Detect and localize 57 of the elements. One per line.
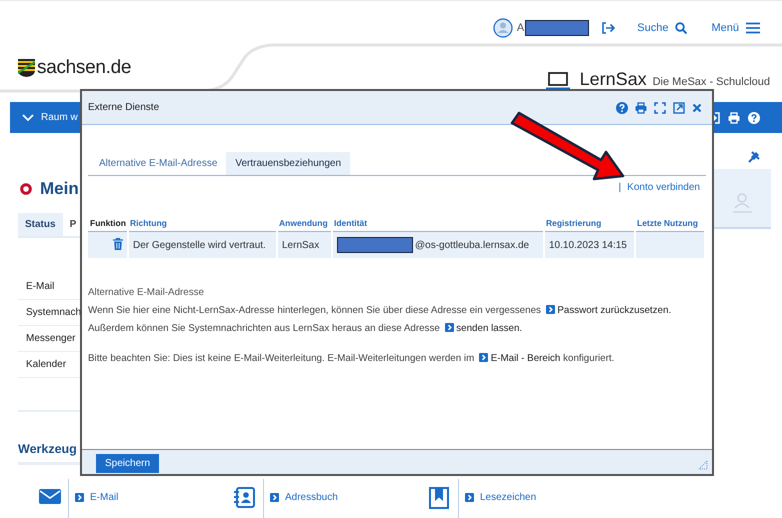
- info-text: Bitte beachten Sie: Dies ist keine E-Mail-Weiterleitung. E-Mail-Weiterleitungen werden im E-Mail - Bereich konfiguriert.: [88, 352, 616, 366]
- person-icon: [731, 192, 753, 214]
- chevron-icon: [478, 353, 488, 362]
- chevron-icon: [75, 492, 84, 502]
- trash-icon[interactable]: [113, 238, 123, 250]
- redaction-bar: [525, 20, 590, 36]
- print-icon[interactable]: [728, 112, 740, 124]
- table-cell: Der Gegenstelle wird vertraut.: [128, 232, 277, 260]
- close-icon[interactable]: [692, 102, 702, 112]
- tab[interactable]: Status: [18, 213, 63, 236]
- table-cell: LernSax: [277, 232, 332, 260]
- bookmark-icon[interactable]: [429, 487, 451, 509]
- info-text: Außerdem können Sie Systemnachrichten aus LernSax heraus an diese Adresse senden lassen.: [88, 322, 524, 336]
- pin-icon[interactable]: [748, 151, 760, 163]
- table-cell: @os-gottleuba.lernsax.de: [415, 240, 530, 250]
- help-link[interactable]: senden lassen.: [442, 323, 522, 334]
- coat-of-arms-icon: [18, 59, 35, 77]
- search-button[interactable]: Suche: [637, 22, 688, 34]
- tab[interactable]: Vertrauensbeziehungen: [226, 152, 350, 175]
- print-icon[interactable]: [635, 102, 647, 114]
- room-button[interactable]: Raum w: [22, 112, 78, 123]
- tab[interactable]: P: [62, 213, 84, 236]
- site-logo[interactable]: sachsen.de: [18, 57, 132, 79]
- save-button[interactable]: Speichern: [96, 454, 160, 472]
- separator: |: [618, 182, 622, 193]
- help-link[interactable]: E-Mail - Bereich: [476, 353, 560, 364]
- table-cell: 10.10.2023 14:15: [544, 232, 635, 260]
- tab[interactable]: Alternative E-Mail-Adresse: [90, 152, 226, 175]
- lernsax-logo[interactable]: LernSax Die MeSax - Schulcloud: [546, 68, 770, 90]
- menu-icon: [746, 22, 760, 34]
- tool-link[interactable]: Lesezeichen: [480, 492, 536, 502]
- fullscreen-icon[interactable]: [654, 102, 666, 114]
- user-name: A: [516, 22, 524, 34]
- tool-link[interactable]: E-Mail: [90, 492, 118, 502]
- tool-link[interactable]: Adressbuch: [285, 492, 338, 502]
- help-link[interactable]: Passwort zurückzusetzen.: [544, 305, 672, 316]
- chevron-icon: [444, 323, 454, 332]
- help-icon[interactable]: [616, 102, 628, 114]
- external-window-icon[interactable]: [673, 102, 685, 114]
- chevron-down-icon: [22, 114, 34, 122]
- laptop-icon: [546, 72, 570, 90]
- page-title: Mein: [40, 179, 79, 199]
- info-text: Wenn Sie hier eine Nicht-LernSax-Adresse hinterlegen, können Sie über diese Adresse ein vergessenes Passwort zurückzusetzen.: [88, 304, 672, 318]
- chevron-icon: [465, 492, 474, 502]
- chevron-icon: [270, 492, 279, 502]
- connect-account-link[interactable]: Konto verbinden: [627, 182, 700, 193]
- help-icon[interactable]: [748, 112, 760, 124]
- chevron-icon: [546, 305, 555, 314]
- avatar-icon[interactable]: [492, 18, 513, 38]
- resize-grip-icon[interactable]: [698, 460, 708, 470]
- address-book-icon[interactable]: [234, 487, 256, 509]
- status-ring-icon: [20, 183, 32, 195]
- logout-icon[interactable]: [601, 22, 616, 34]
- menu-button[interactable]: Menü: [711, 22, 760, 34]
- dialog-title: Externe Dienste: [88, 102, 160, 113]
- search-icon: [675, 22, 688, 34]
- info-heading: Alternative E-Mail-Adresse: [88, 286, 205, 300]
